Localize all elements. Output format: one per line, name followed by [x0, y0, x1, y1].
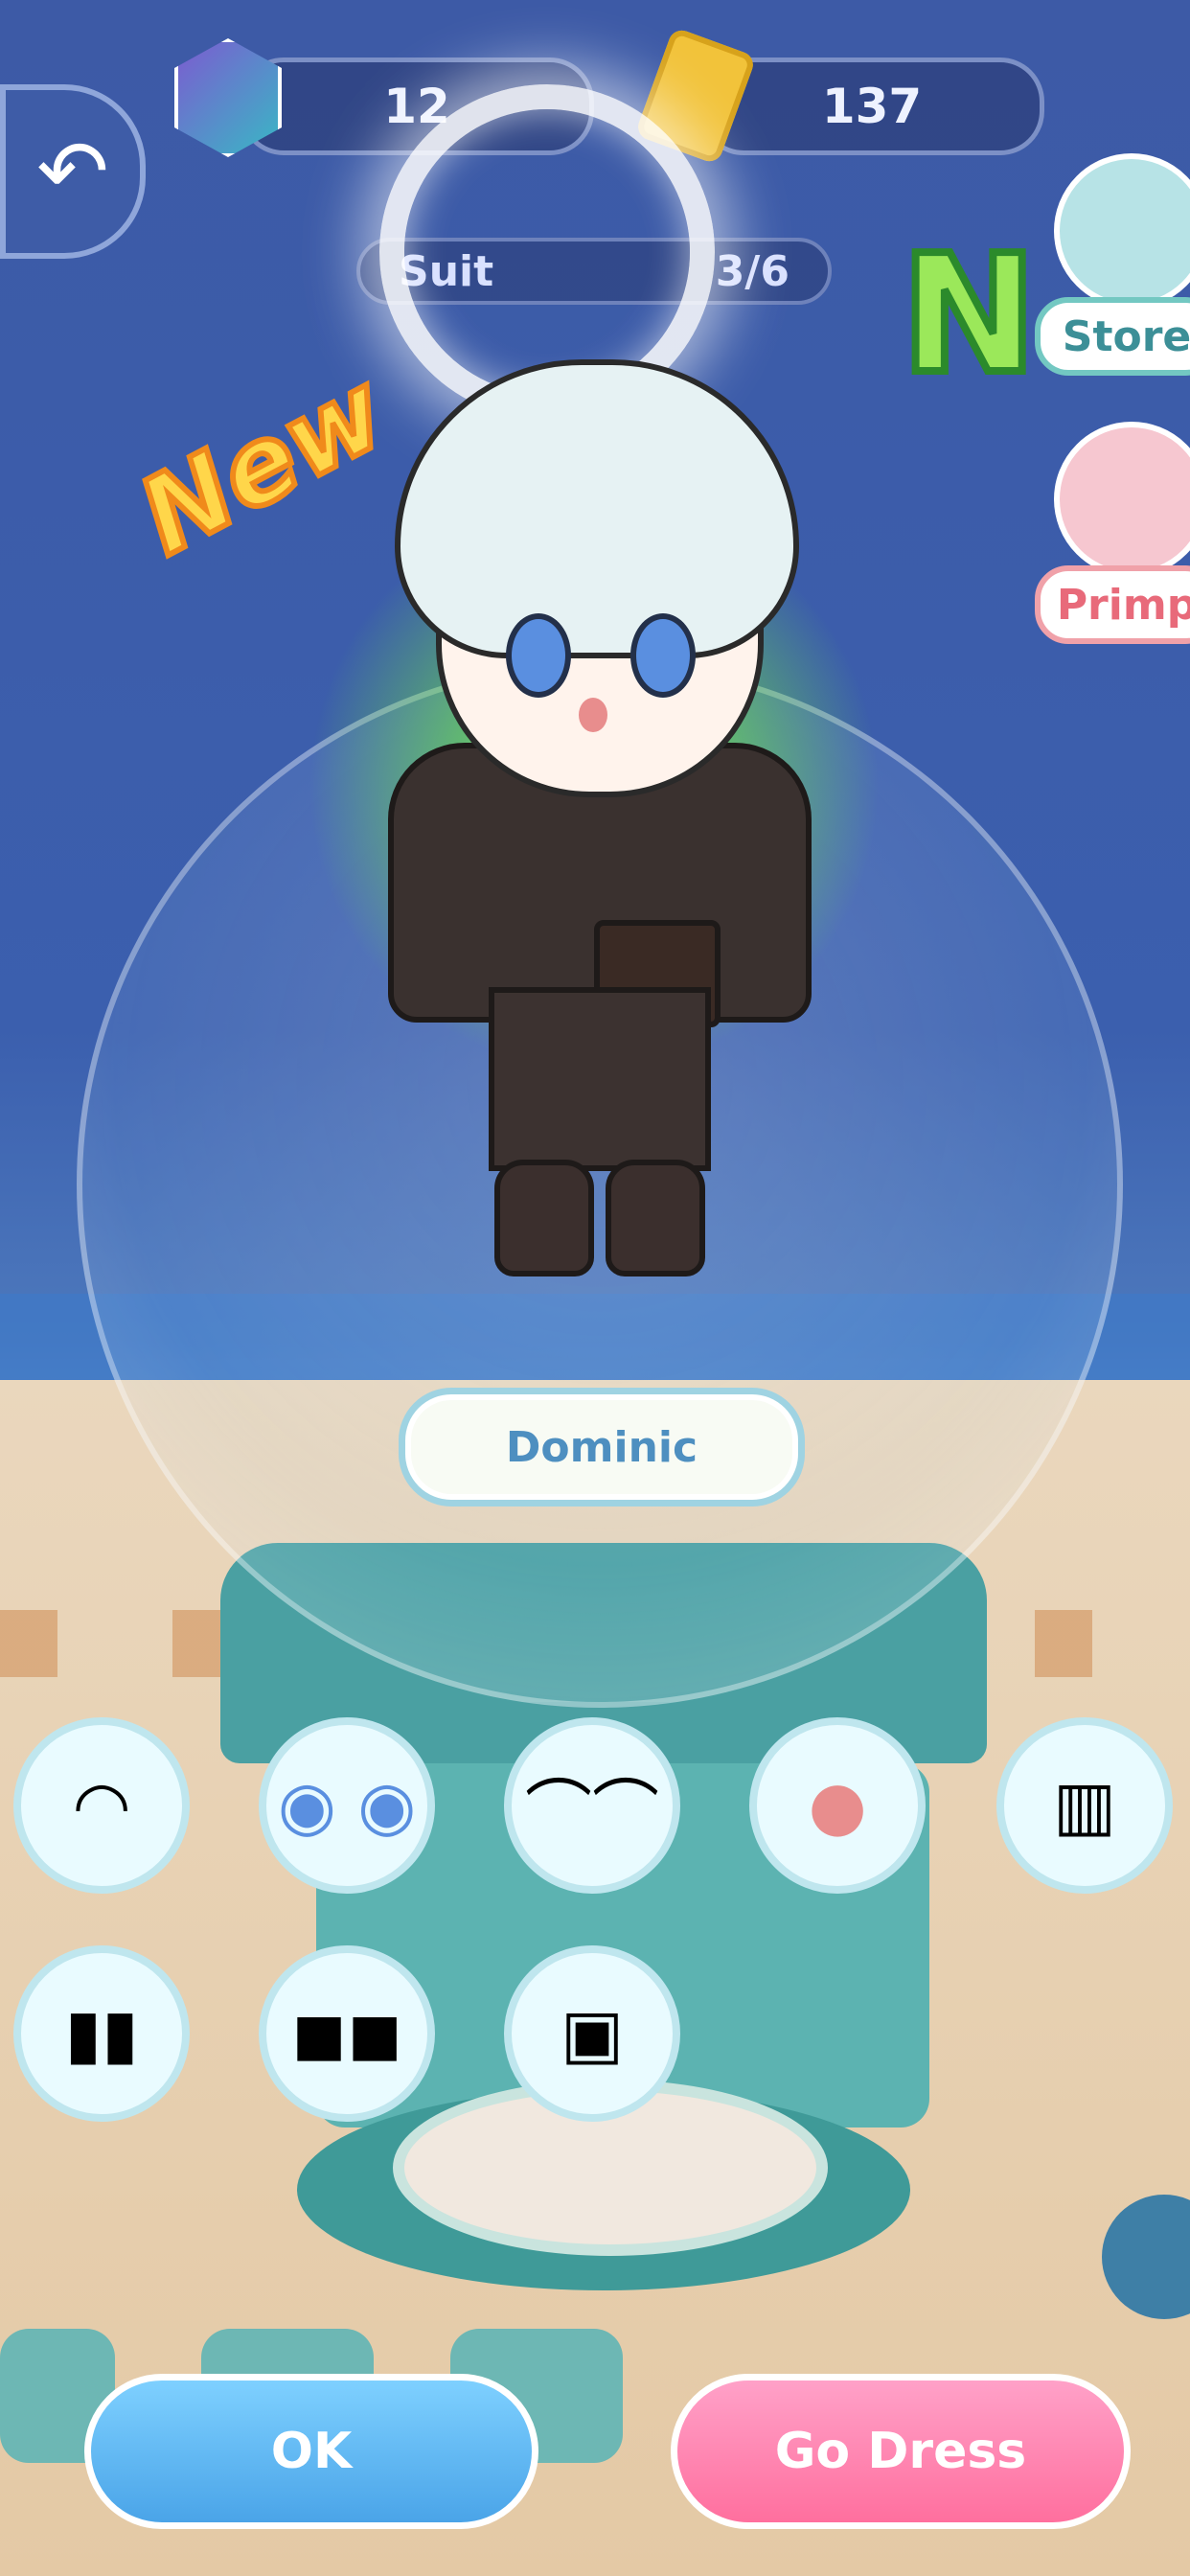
character-eye-left [506, 613, 571, 698]
pants-icon: ▮▮ [64, 1994, 139, 2073]
character-shoe-right [606, 1160, 705, 1276]
ticket-count: 137 [821, 79, 923, 134]
go-dress-label: Go Dress [774, 2423, 1027, 2480]
part-pants[interactable]: ▮▮ [13, 1945, 190, 2122]
primp-label: Primp [1056, 580, 1190, 630]
character-pants [489, 987, 711, 1171]
back-button[interactable]: ↶ [0, 84, 146, 259]
go-dress-button[interactable]: Go Dress [671, 2374, 1131, 2529]
part-brows[interactable]: ⌒⌒ [504, 1717, 680, 1894]
part-bag[interactable]: ▣ [504, 1945, 680, 2122]
ok-label: OK [270, 2423, 353, 2480]
store-icon[interactable] [1054, 153, 1190, 309]
rarity-badge: N [897, 217, 1041, 414]
part-eyes[interactable]: ◉ ◉ [259, 1717, 435, 1894]
mouth-icon: ● [808, 1766, 867, 1845]
suit-count: 3/6 [715, 246, 790, 296]
bag-icon: ▣ [560, 1994, 625, 2073]
ok-button[interactable]: OK [84, 2374, 538, 2529]
part-hair[interactable]: ◠ [13, 1717, 190, 1894]
primp-button[interactable]: Primp [1035, 565, 1190, 644]
brows-icon: ⌒⌒ [525, 1771, 659, 1851]
hair-icon: ◠ [72, 1766, 131, 1845]
part-shoes[interactable]: ◼◼ [259, 1945, 435, 2122]
back-arrow-icon: ↶ [36, 121, 109, 222]
character-shoe-left [494, 1160, 594, 1276]
character-mouth [579, 698, 607, 732]
jacket-icon: ▥ [1052, 1766, 1117, 1845]
character-name-plate: Dominic [399, 1388, 805, 1506]
part-mouth[interactable]: ● [749, 1717, 926, 1894]
part-jacket[interactable]: ▥ [996, 1717, 1173, 1894]
store-label: Store [1062, 311, 1190, 361]
game-screen: ↶ 12 137 Suit 3/6 Store Primp N New Domi… [0, 0, 1190, 2576]
character-eye-right [630, 613, 696, 698]
store-button[interactable]: Store [1035, 297, 1190, 376]
new-badge: New [118, 347, 408, 582]
ticket-counter: 137 [699, 58, 1044, 155]
primp-wand-icon[interactable] [1054, 422, 1190, 577]
eyes-icon: ◉ ◉ [277, 1766, 417, 1845]
character-hair [395, 359, 799, 658]
character-name: Dominic [505, 1422, 698, 1472]
shoes-icon: ◼◼ [290, 1994, 403, 2073]
